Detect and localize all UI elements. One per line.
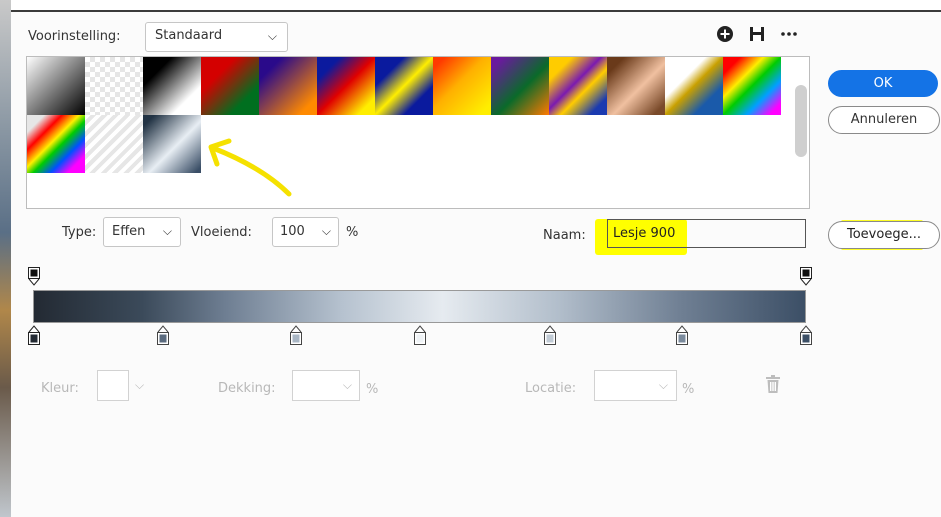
plus-circle-icon[interactable] (714, 26, 736, 47)
name-input[interactable] (607, 219, 806, 248)
gradient-swatch[interactable] (143, 57, 201, 115)
preset-value: Standaard (155, 28, 223, 43)
color-stop[interactable] (290, 325, 302, 345)
swatch-grid (27, 57, 781, 173)
more-icon[interactable] (778, 26, 800, 47)
color-stop[interactable] (800, 325, 812, 345)
color-stop[interactable] (28, 325, 40, 345)
type-value: Effen (112, 224, 146, 239)
cancel-button[interactable]: Annuleren (828, 106, 940, 134)
gradient-swatch[interactable] (143, 115, 201, 173)
preset-swatch-panel (26, 56, 810, 209)
name-label: Naam: (543, 228, 586, 243)
color-swatch[interactable] (97, 370, 129, 401)
smoothness-label: Vloeiend: (191, 225, 252, 240)
location-unit: % (682, 382, 695, 397)
color-label: Kleur: (41, 381, 79, 396)
gradient-swatch[interactable] (549, 57, 607, 115)
ok-button[interactable]: OK (828, 70, 938, 97)
trash-icon[interactable] (765, 375, 781, 393)
add-button[interactable]: Toevoege... (828, 221, 940, 249)
smoothness-unit: % (346, 225, 359, 240)
type-select[interactable]: Effen ⌵ (103, 217, 181, 247)
gradient-swatch[interactable] (607, 57, 665, 115)
color-stop[interactable] (157, 325, 169, 345)
preset-label: Voorinstelling: (28, 29, 121, 44)
chevron-down-icon: ⌵ (267, 29, 277, 43)
preset-toolbar (714, 26, 800, 47)
gradient-swatch[interactable] (85, 115, 143, 173)
smoothness-select[interactable]: 100 ⌵ (272, 217, 339, 247)
gradient-swatch[interactable] (665, 57, 723, 115)
gradient-swatch[interactable] (375, 57, 433, 115)
color-stops (28, 325, 812, 347)
opacity-stops (28, 267, 812, 287)
gradient-swatch[interactable] (27, 57, 85, 115)
gradient-swatch[interactable] (259, 57, 317, 115)
smoothness-value: 100 (280, 224, 305, 239)
color-stop[interactable] (676, 325, 688, 345)
chevron-down-icon: ⌵ (342, 378, 352, 392)
swatch-scrollbar[interactable] (795, 61, 807, 206)
gradient-swatch[interactable] (27, 115, 85, 173)
opacity-stop[interactable] (800, 267, 812, 287)
gradient-swatch[interactable] (433, 57, 491, 115)
gradient-editor-dialog: Voorinstelling: Standaard ⌵ OK Annuleren… (11, 12, 941, 517)
gradient-swatch[interactable] (201, 57, 259, 115)
chevron-down-icon: ⌵ (162, 224, 172, 238)
chevron-down-icon: ⌵ (321, 224, 331, 238)
save-icon[interactable] (746, 26, 768, 47)
chevron-down-icon[interactable]: ⌵ (135, 378, 144, 393)
chevron-down-icon: ⌵ (658, 378, 668, 392)
location-select[interactable]: ⌵ (594, 370, 677, 401)
scrollbar-thumb[interactable] (795, 85, 807, 157)
location-label: Locatie: (525, 381, 577, 396)
opacity-stop[interactable] (28, 267, 40, 287)
opacity-select[interactable]: ⌵ (292, 370, 360, 401)
annotation-arrow-icon (208, 138, 292, 197)
background-strip (0, 0, 11, 517)
gradient-swatch[interactable] (723, 57, 781, 115)
gradient-swatch[interactable] (317, 57, 375, 115)
gradient-swatch[interactable] (85, 57, 143, 115)
gradient-swatch[interactable] (491, 57, 549, 115)
opacity-unit: % (366, 382, 379, 397)
preset-select[interactable]: Standaard ⌵ (145, 22, 288, 52)
type-label: Type: (62, 225, 97, 240)
color-stop[interactable] (414, 325, 426, 345)
color-stop[interactable] (544, 325, 556, 345)
opacity-label: Dekking: (218, 381, 276, 396)
gradient-preview-bar[interactable] (33, 290, 806, 323)
